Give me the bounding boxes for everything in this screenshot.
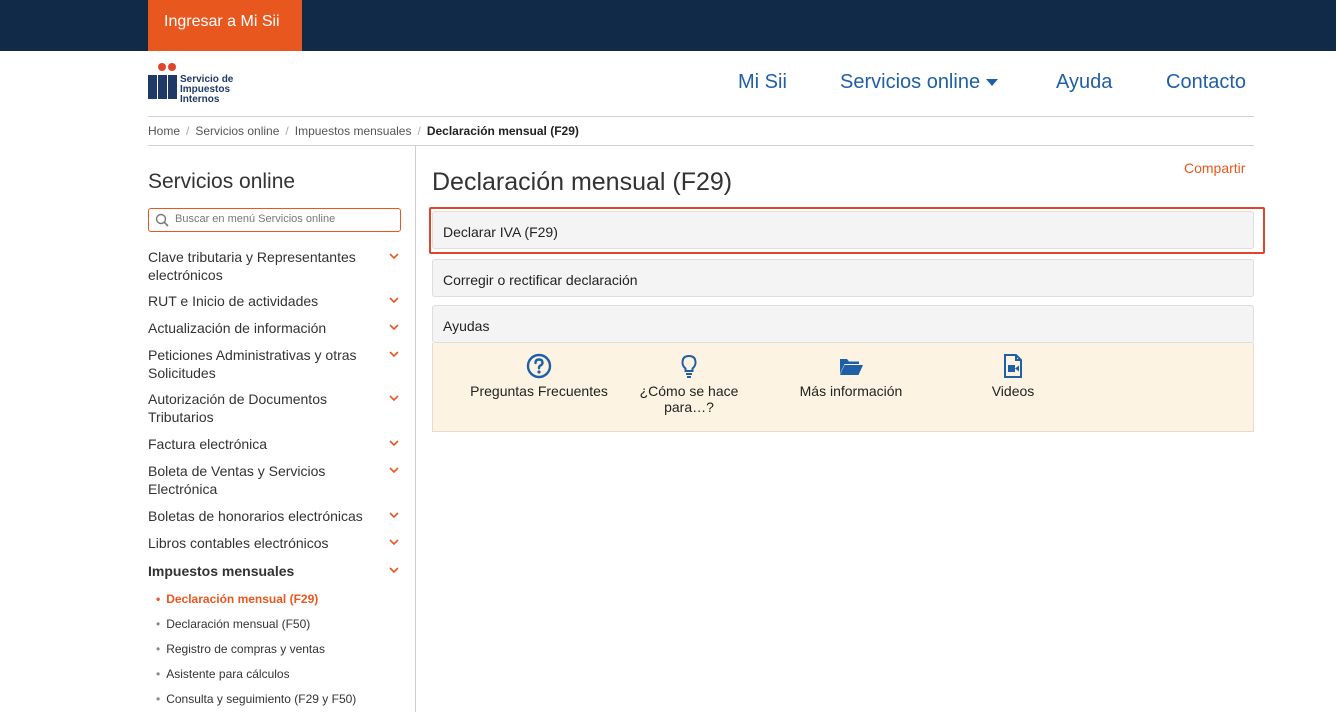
sidebar-item-label: Libros contables electrónicos [148,534,378,552]
lightbulb-icon [676,353,702,379]
help-label: Preguntas Frecuentes [470,383,608,399]
breadcrumb-separator: / [285,124,288,138]
submenu-item-label: Declaración mensual (F29) [166,592,318,606]
submenu-item-label: Registro de compras y ventas [166,642,325,656]
sidebar-item-label: RUT e Inicio de actividades [148,292,378,310]
panel-label: Declarar IVA (F29) [443,224,558,240]
sidebar-item-label: Impuestos mensuales [148,562,378,580]
sidebar-item-autorizacion[interactable]: Autorización de Documentos Tributarios [148,390,408,426]
chevron-down-icon [388,464,400,476]
ayudas-body: Preguntas Frecuentes ¿Cómo se hace para…… [432,343,1254,432]
submenu-item-label: Declaración mensual (F50) [166,617,310,631]
nav-servicios-label: Servicios online [840,71,980,93]
submenu-item-f50[interactable]: • Declaración mensual (F50) [156,617,310,631]
site-header: Servicio de Impuestos Internos Mi Sii Se… [148,51,1254,117]
submenu-item-asistente[interactable]: • Asistente para cálculos [156,667,290,681]
nav-servicios-online[interactable]: Servicios online [840,71,998,94]
nav-ayuda[interactable]: Ayuda [1056,71,1112,94]
panel-label: Corregir o rectificar declaración [443,272,638,288]
bullet: • [156,592,160,606]
sidebar-item-label: Peticiones Administrativas y otras Solic… [148,346,378,382]
top-bar: Ingresar a Mi Sii [0,0,1336,51]
panel-corregir-declaracion[interactable]: Corregir o rectificar declaración [432,259,1254,297]
chevron-down-icon [388,348,400,360]
bullet: • [156,692,160,706]
sidebar-item-label: Boleta de Ventas y Servicios Electrónica [148,462,378,498]
chevron-down-icon [388,437,400,449]
search-icon [155,213,169,227]
breadcrumb-separator: / [417,124,420,138]
nav-contacto[interactable]: Contacto [1166,71,1246,94]
breadcrumb-impuestos[interactable]: Impuestos mensuales [295,124,412,138]
sidebar-item-label: Boletas de honorarios electrónicas [148,507,388,525]
chevron-down-icon [388,536,400,548]
logo-text: Servicio de Impuestos Internos [180,75,233,105]
help-videos[interactable]: Videos [977,353,1049,399]
chevron-down-icon [388,509,400,521]
breadcrumb-current: Declaración mensual (F29) [427,124,579,138]
sidebar-title: Servicios online [148,170,295,194]
chevron-down-icon [388,250,400,262]
caret-down-icon [986,79,998,86]
login-mi-sii-button[interactable]: Ingresar a Mi Sii [148,0,302,51]
search-placeholder: Buscar en menú Servicios online [175,213,335,225]
sii-logo[interactable]: Servicio de Impuestos Internos [148,59,288,107]
help-label: ¿Cómo se hace para…? [639,383,739,415]
nav-mi-sii[interactable]: Mi Sii [738,71,787,94]
breadcrumb-separator: / [186,124,189,138]
question-circle-icon [526,353,552,379]
bullet: • [156,617,160,631]
share-link[interactable]: Compartir [1184,160,1245,176]
sidebar-item-label: Clave tributaria y Representantes electr… [148,248,378,284]
sidebar-item-clave-tributaria[interactable]: Clave tributaria y Representantes electr… [148,248,408,284]
help-mas-informacion[interactable]: Más información [781,353,921,399]
sidebar-item-factura[interactable]: Factura electrónica [148,435,408,453]
sidebar-item-label: Factura electrónica [148,435,378,453]
sii-logo-icon [148,61,178,101]
chevron-down-icon [388,564,400,576]
sidebar-item-rut[interactable]: RUT e Inicio de actividades [148,292,408,310]
chevron-down-icon [388,294,400,306]
video-file-icon [1000,353,1026,379]
help-como-se-hace[interactable]: ¿Cómo se hace para…? [629,353,749,415]
page-title: Declaración mensual (F29) [432,168,732,197]
submenu-item-registro[interactable]: • Registro de compras y ventas [156,642,325,656]
help-label: Videos [992,383,1035,399]
submenu-item-consulta[interactable]: • Consulta y seguimiento (F29 y F50) [156,692,356,706]
panel-ayudas[interactable]: Ayudas [432,305,1254,343]
help-label: Más información [800,383,903,399]
panel-declarar-iva[interactable]: Declarar IVA (F29) [432,211,1254,249]
submenu-item-label: Consulta y seguimiento (F29 y F50) [166,692,356,706]
bullet: • [156,642,160,656]
breadcrumb: Home / Servicios online / Impuestos mensuale… [148,118,1254,146]
help-preguntas-frecuentes[interactable]: Preguntas Frecuentes [451,353,627,399]
chevron-down-icon [388,321,400,333]
logo-line-3: Internos [180,95,233,105]
panel-label: Ayudas [443,318,489,334]
sidebar: Servicios online Buscar en menú Servicio… [148,146,416,712]
breadcrumb-servicios[interactable]: Servicios online [195,124,279,138]
submenu-item-f29[interactable]: • Declaración mensual (F29) [156,592,318,606]
sidebar-item-impuestos-mensuales[interactable]: Impuestos mensuales [148,562,408,580]
submenu-item-label: Asistente para cálculos [166,667,289,681]
sidebar-item-peticiones[interactable]: Peticiones Administrativas y otras Solic… [148,346,408,382]
breadcrumb-home[interactable]: Home [148,124,180,138]
bullet: • [156,667,160,681]
sidebar-search-input[interactable]: Buscar en menú Servicios online [148,208,401,232]
chevron-down-icon [388,392,400,404]
sidebar-item-label: Actualización de información [148,319,378,337]
sidebar-item-boleta-ventas[interactable]: Boleta de Ventas y Servicios Electrónica [148,462,408,498]
folder-open-icon [838,353,864,379]
sidebar-item-actualizacion[interactable]: Actualización de información [148,319,408,337]
sidebar-item-label: Autorización de Documentos Tributarios [148,390,378,426]
sidebar-item-boletas-honorarios[interactable]: Boletas de honorarios electrónicas [148,507,408,525]
sidebar-item-libros-contables[interactable]: Libros contables electrónicos [148,534,408,552]
